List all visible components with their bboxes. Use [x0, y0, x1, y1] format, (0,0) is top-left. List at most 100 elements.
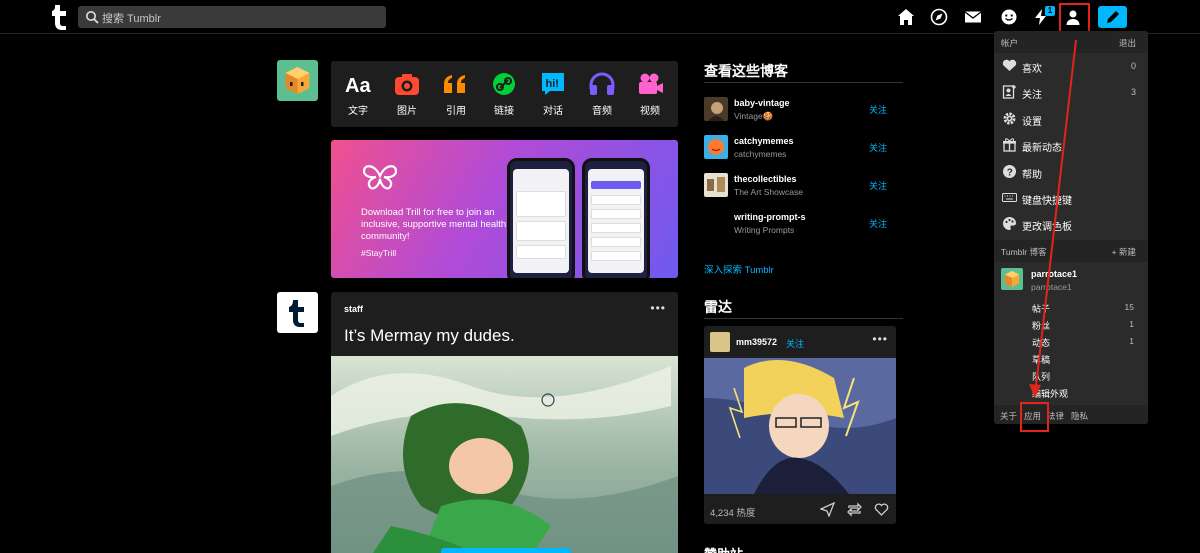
- blog-stat-posts[interactable]: 帖子 15: [994, 299, 1148, 316]
- post-more-options-icon[interactable]: •••: [650, 301, 666, 315]
- radar-blog-name[interactable]: mm39572: [736, 337, 777, 347]
- post-type-video[interactable]: 视频: [630, 71, 670, 117]
- sponsored-heading-partial: 赞助站: [704, 544, 743, 553]
- camera-icon: [395, 74, 419, 95]
- heading-divider: [704, 318, 903, 319]
- recommended-blog-row[interactable]: catchymemes catchymemes 关注: [704, 132, 903, 162]
- footer-link-about[interactable]: 关于: [1000, 410, 1017, 422]
- gift-icon: [1003, 138, 1016, 152]
- follow-button[interactable]: 关注: [869, 141, 887, 154]
- menu-item-following[interactable]: 关注 3: [994, 79, 1148, 105]
- follow-button[interactable]: 关注: [869, 217, 887, 230]
- blog-stat-activity[interactable]: 动态 1: [994, 333, 1148, 350]
- search-placeholder: 搜索 Tumblr: [102, 13, 161, 25]
- pencil-icon: [1107, 11, 1119, 23]
- post-type-text[interactable]: Aa 文字: [338, 71, 378, 117]
- ad-body-text: Download Trill for free to join an inclu…: [361, 207, 507, 242]
- tumblr-blogs-header: Tumblr 博客 + 新建: [994, 240, 1148, 262]
- trill-butterfly-logo-icon: [362, 165, 398, 190]
- user-avatar-cube[interactable]: [277, 60, 318, 101]
- radar-follow-button[interactable]: 关注: [786, 337, 804, 350]
- logout-link[interactable]: 退出: [1119, 37, 1136, 49]
- tumblr-logo-icon[interactable]: [52, 4, 68, 30]
- post-type-chat[interactable]: hi! 对话: [533, 71, 573, 117]
- explore-compass-icon[interactable]: [930, 8, 948, 26]
- quote-icon: [444, 75, 465, 93]
- menu-item-change-palette[interactable]: 更改调色板: [994, 211, 1148, 237]
- radar-blog-avatar[interactable]: [710, 332, 730, 352]
- post-type-link[interactable]: 链接: [484, 71, 524, 117]
- ad-phone-mockup-right: [582, 158, 650, 278]
- heading-divider: [704, 82, 903, 83]
- svg-text:?: ?: [1007, 167, 1013, 178]
- heart-icon: [1002, 59, 1017, 71]
- post-type-quote[interactable]: 引用: [436, 71, 476, 117]
- following-icon: [1002, 85, 1016, 99]
- svg-text:hi!: hi!: [546, 78, 559, 90]
- top-navigation-bar: 搜索 Tumblr 1: [0, 0, 1200, 34]
- recommended-blog-row[interactable]: thecollectibles The Art Showcase 关注: [704, 170, 903, 200]
- search-box[interactable]: 搜索 Tumblr: [78, 6, 386, 28]
- blog-stat-drafts[interactable]: 草稿: [994, 350, 1148, 367]
- explore-tumblr-link[interactable]: 深入探索 Tumblr: [704, 262, 774, 276]
- search-icon: [86, 11, 99, 24]
- activity-badge: 1: [1045, 6, 1055, 16]
- post-author[interactable]: staff: [344, 304, 363, 314]
- radar-heading: 雷达: [704, 299, 732, 315]
- account-menu-footer: 关于 应用 法律 隐私: [994, 405, 1148, 424]
- post-type-bar: Aa 文字 图片 引用 链接 hi! 对话 音频 视频: [331, 61, 678, 127]
- blog-stat-followers[interactable]: 粉丝 1: [994, 316, 1148, 333]
- like-heart-icon[interactable]: [874, 502, 889, 517]
- new-blog-link[interactable]: + 新建: [1112, 246, 1136, 258]
- follow-button[interactable]: 关注: [869, 103, 887, 116]
- blog-avatar-cube: [1001, 268, 1023, 290]
- blog-avatar: [704, 135, 728, 159]
- menu-item-whats-new[interactable]: 最新动态: [994, 132, 1148, 158]
- palette-icon: [1003, 217, 1017, 230]
- link-icon: [493, 73, 515, 95]
- account-dropdown-menu: 帐户 退出 喜欢 0 关注 3 设置 最新动态 ? 帮助 键盘快捷键 更改调色板…: [994, 31, 1148, 424]
- ad-hashtag: #StayTrill: [361, 248, 397, 258]
- ad-phone-mockup-left: [507, 158, 575, 278]
- help-icon: ?: [1003, 165, 1016, 178]
- footer-link-privacy[interactable]: 隐私: [1071, 410, 1088, 422]
- menu-item-likes[interactable]: 喜欢 0: [994, 53, 1148, 79]
- radar-anime-illustration: [704, 358, 896, 494]
- radar-notes-count[interactable]: 4,234 热度: [710, 505, 755, 519]
- reblog-icon[interactable]: [847, 502, 862, 517]
- recommended-blog-row[interactable]: writing-prompt-s Writing Prompts 关注: [704, 208, 903, 238]
- post-type-audio[interactable]: 音频: [582, 71, 622, 117]
- keyboard-icon: [1002, 193, 1017, 202]
- blog-avatar: [704, 211, 728, 235]
- post-type-photo[interactable]: 图片: [387, 71, 427, 117]
- menu-item-settings[interactable]: 设置: [994, 106, 1148, 132]
- sponsored-ad-banner[interactable]: Download Trill for free to join an inclu…: [331, 140, 678, 278]
- menu-blog-entry[interactable]: parrotace1 parrotace1: [994, 265, 1148, 295]
- text-aa-icon: Aa: [345, 75, 371, 97]
- post-title: It’s Mermay my dudes.: [344, 326, 515, 345]
- follow-button[interactable]: 关注: [869, 179, 887, 192]
- home-icon[interactable]: [897, 8, 915, 26]
- svg-text:Aa: Aa: [345, 75, 371, 97]
- messaging-smiley-icon[interactable]: [1000, 8, 1018, 26]
- headphones-icon: [589, 72, 615, 95]
- blog-avatar: [704, 173, 728, 197]
- mail-icon[interactable]: [964, 8, 982, 26]
- staff-avatar-tumblr[interactable]: [277, 292, 318, 333]
- account-menu-header: 帐户 退出: [994, 31, 1148, 53]
- gear-icon: [1003, 112, 1016, 125]
- blog-stat-queue[interactable]: 队列: [994, 367, 1148, 384]
- recommended-blog-row[interactable]: baby-vintage Vintage🍪 关注: [704, 94, 903, 124]
- share-send-icon[interactable]: [820, 502, 835, 517]
- footer-link-legal[interactable]: 法律: [1047, 410, 1064, 422]
- highlight-apps-link-box: [1020, 402, 1049, 432]
- radar-more-options-icon[interactable]: •••: [872, 332, 888, 346]
- compose-post-button[interactable]: [1098, 6, 1127, 28]
- blog-edit-appearance[interactable]: 编辑外观: [994, 384, 1148, 401]
- menu-item-help[interactable]: ? 帮助: [994, 159, 1148, 185]
- chat-icon: hi!: [542, 73, 564, 95]
- blog-avatar: [704, 97, 728, 121]
- dashboard-post: staff ••• It’s Mermay my dudes.: [331, 292, 678, 553]
- video-camera-icon: [639, 73, 663, 94]
- menu-item-keyboard-shortcuts[interactable]: 键盘快捷键: [994, 185, 1148, 211]
